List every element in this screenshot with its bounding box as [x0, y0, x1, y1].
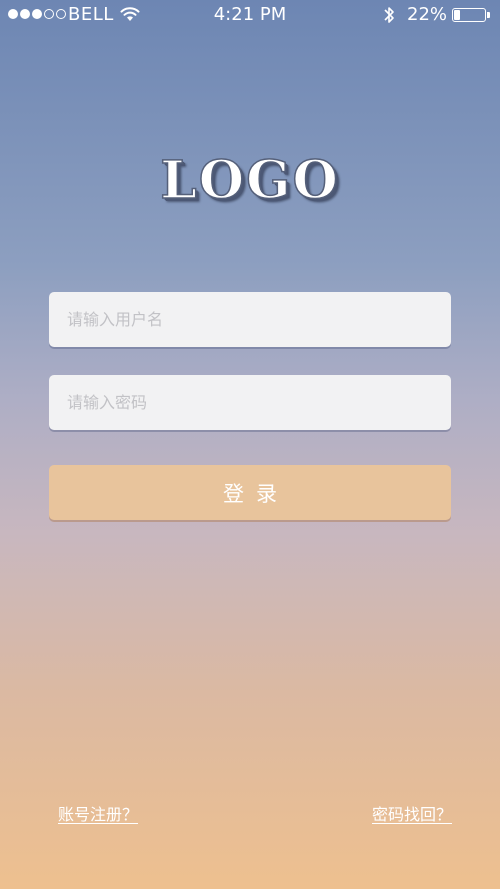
password-field[interactable]: [49, 375, 451, 430]
battery-level-fill: [454, 10, 460, 20]
battery-icon: [452, 8, 490, 22]
app-logo: LOGO: [159, 149, 340, 212]
forgot-password-link[interactable]: 密码找回？: [372, 801, 452, 825]
login-button[interactable]: 登录: [49, 465, 451, 520]
bluetooth-icon: [384, 7, 394, 23]
battery-percent: 22%: [407, 4, 448, 25]
username-input[interactable]: [49, 292, 451, 347]
battery-nub: [487, 12, 490, 18]
register-link[interactable]: 账号注册？: [58, 801, 138, 825]
status-bar: BELL 4:21 PM 22%: [0, 0, 500, 30]
password-input[interactable]: [49, 375, 451, 430]
username-field[interactable]: [49, 292, 451, 347]
